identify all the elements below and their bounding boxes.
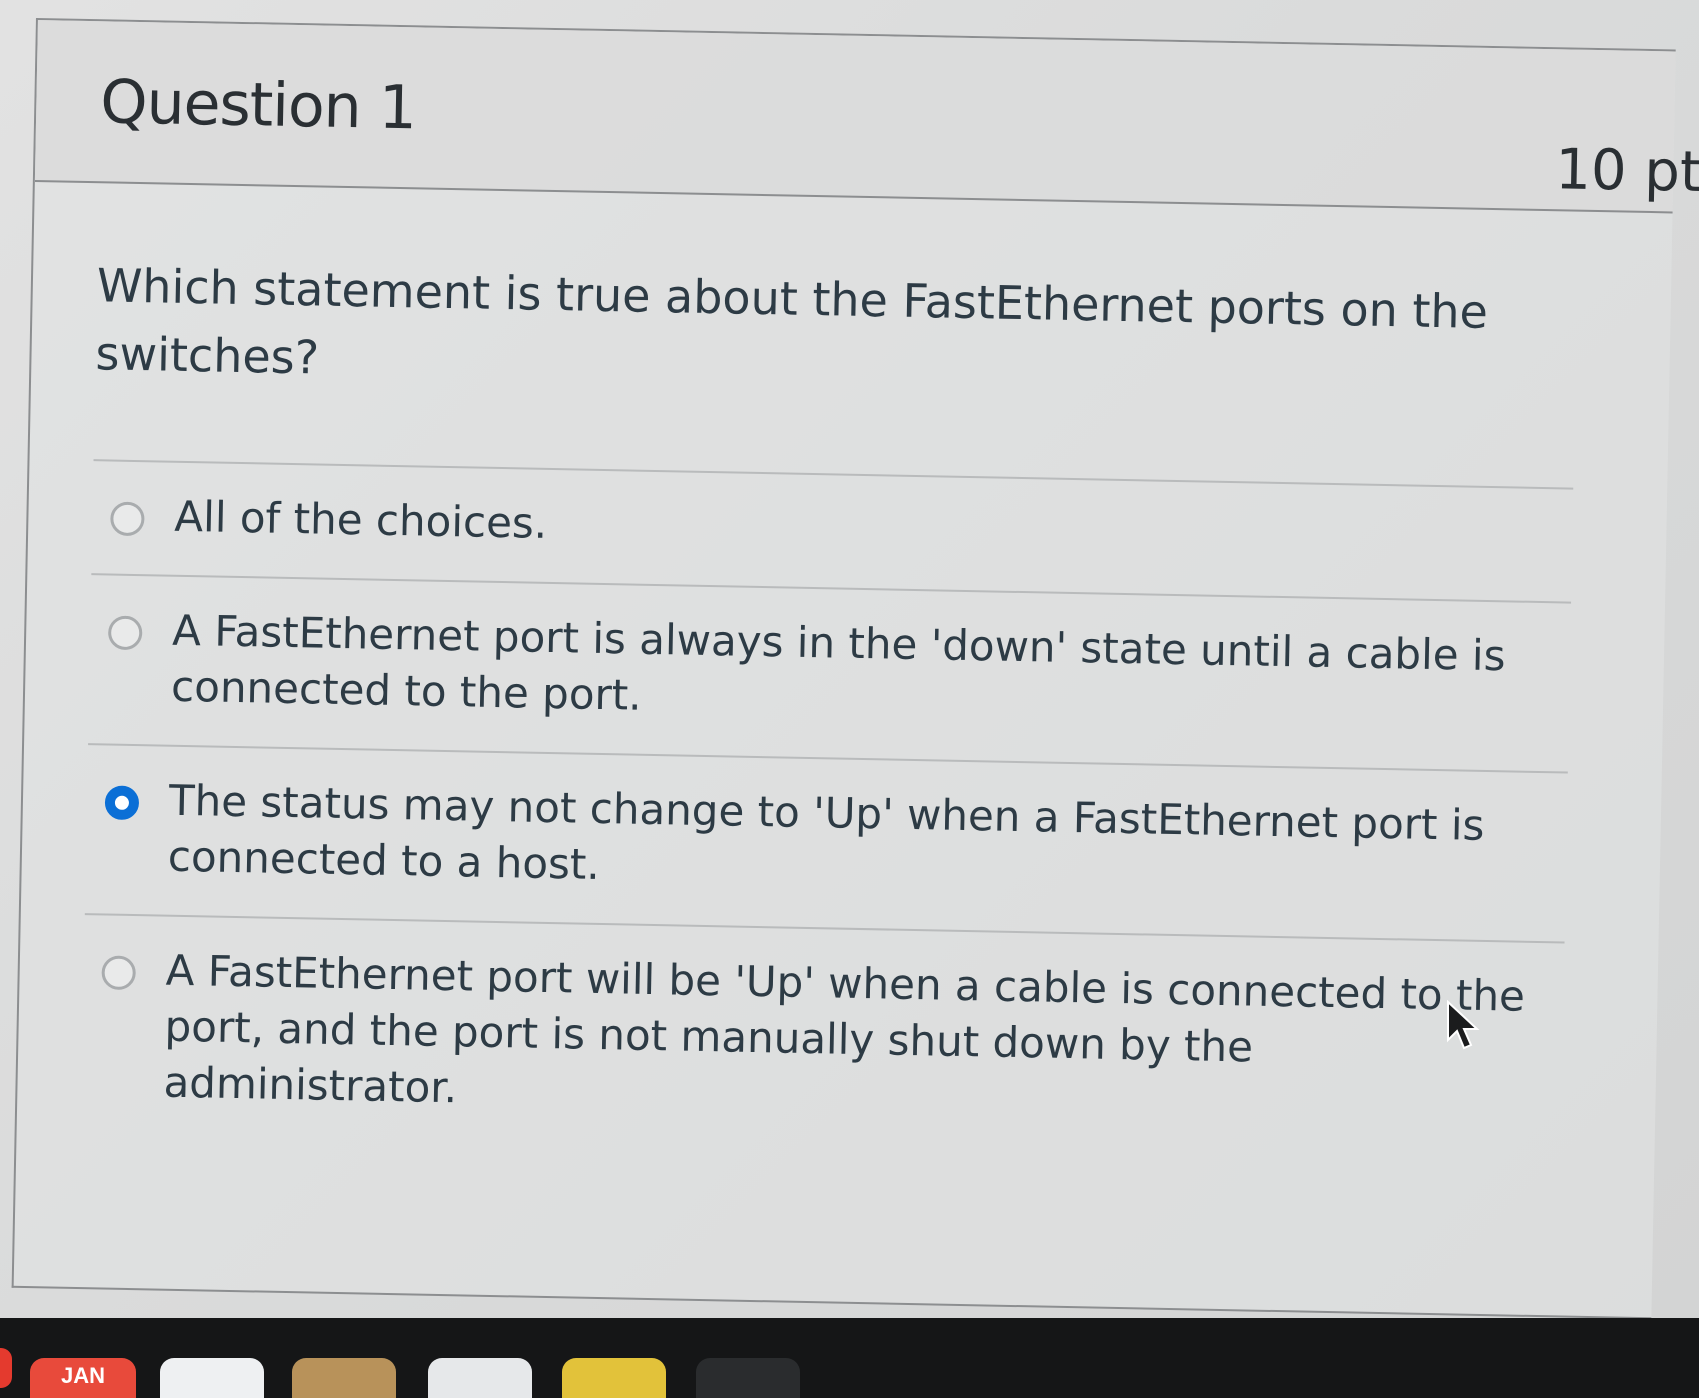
radio-button[interactable] <box>110 501 145 537</box>
answer-option[interactable]: A FastEthernet port will be 'Up' when a … <box>80 913 1565 1168</box>
answer-label: A FastEthernet port is always in the 'do… <box>170 605 1506 720</box>
answer-label: The status may not change to 'Up' when a… <box>167 775 1485 889</box>
question-text: Which statement is true about the FastEt… <box>95 258 1489 385</box>
question-title: Question 1 <box>99 67 417 144</box>
app-dock-icon[interactable] <box>428 1358 532 1398</box>
answer-label: A FastEthernet port will be 'Up' when a … <box>163 945 1526 1113</box>
calendar-dock-icon[interactable]: JAN <box>30 1358 136 1398</box>
question-header: Question 1 10 pts <box>34 20 1699 214</box>
dock: JAN <box>0 1318 1699 1398</box>
answer-label: All of the choices. <box>173 491 548 548</box>
mouse-pointer-icon <box>1447 1000 1480 1050</box>
question-points: 10 pts <box>1554 137 1699 206</box>
answer-option[interactable]: A FastEthernet port is always in the 'do… <box>88 573 1572 772</box>
radio-button[interactable] <box>104 785 140 821</box>
photos-dock-icon[interactable] <box>160 1358 264 1398</box>
screen: Question 1 10 pts Which statement is tru… <box>0 0 1699 1320</box>
notes-dock-icon[interactable] <box>292 1358 396 1398</box>
app-dock-icon[interactable] <box>696 1358 800 1398</box>
radio-button[interactable] <box>107 615 143 651</box>
radio-button[interactable] <box>101 955 137 991</box>
question-card: Question 1 10 pts Which statement is tru… <box>11 18 1699 1320</box>
stickies-dock-icon[interactable] <box>562 1358 666 1398</box>
answer-list: All of the choices. A FastEthernet port … <box>80 459 1574 1168</box>
question-body: Which statement is true about the FastEt… <box>80 251 1597 1168</box>
calendar-month: JAN <box>60 1363 105 1388</box>
app-indicator-icon <box>0 1348 12 1388</box>
answer-option[interactable]: The status may not change to 'Up' when a… <box>84 743 1568 942</box>
